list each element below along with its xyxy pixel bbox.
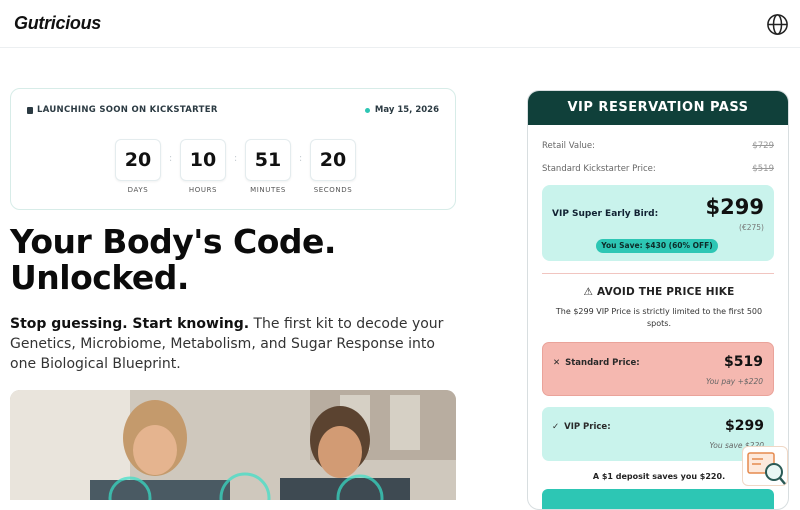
launch-status: LAUNCHING SOON ON KICKSTARTER [27,105,218,115]
standard-price-label: Standard Price: [565,358,640,368]
vip-early-bird-price: $299 [705,195,764,219]
standard-price-note: You pay +$220 [705,377,763,386]
avoid-price-hike-description: The $299 VIP Price is strictly limited t… [555,307,763,328]
vip-early-bird-label: VIP Super Early Bird: [552,209,659,219]
help-widget-button[interactable] [742,446,788,486]
countdown-days-label: DAYS [127,186,149,194]
separator-colon: : [298,153,303,164]
vip-early-bird-card[interactable]: VIP Super Early Bird: $299 (€275) You Sa… [542,185,774,261]
countdown-seconds: 20 SECONDS [306,139,360,194]
countdown-seconds-value: 20 [310,139,356,181]
hero-subtitle: Stop guessing. Start knowing. The first … [10,314,450,374]
countdown-minutes-label: MINUTES [250,186,286,194]
status-dot-icon [364,107,370,113]
retail-value: $729 [752,141,774,151]
avoid-price-hike-title: ⚠ AVOID THE PRICE HIKE [528,286,788,298]
top-navigation-bar: Gutricious [0,0,800,48]
vip-price-value: $299 [725,418,764,434]
hero-headline-line2: Unlocked. [10,258,189,297]
hero-headline: Your Body's Code. Unlocked. [10,224,336,296]
retail-value-row: Retail Value: $729 [542,141,774,151]
launch-date-text: May 15, 2026 [374,105,439,115]
globe-icon[interactable] [766,13,789,36]
check-icon: ✓ [552,422,560,432]
countdown-units: 20 DAYS : 10 HOURS : 51 MINUTES : 20 SEC… [111,139,360,194]
vip-savings-badge: You Save: $430 (60% OFF) [596,239,718,253]
vip-early-bird-eur: (€275) [739,223,764,232]
vip-price-label: VIP Price: [564,422,611,432]
standard-kickstarter-row: Standard Kickstarter Price: $519 [542,164,774,174]
brand-logo[interactable]: Gutricious [14,13,101,34]
countdown-hours-value: 10 [180,139,226,181]
launch-countdown-card: LAUNCHING SOON ON KICKSTARTER May 15, 20… [10,88,456,210]
countdown-seconds-label: SECONDS [313,186,353,194]
standard-price-value: $519 [724,354,763,370]
standard-price-card: ✕ Standard Price: $519 You pay +$220 [542,342,774,396]
countdown-minutes-value: 51 [245,139,291,181]
search-help-icon [747,452,786,485]
countdown-days-value: 20 [115,139,161,181]
launch-label: LAUNCHING SOON ON KICKSTARTER [37,105,218,115]
hero-photo [10,390,456,500]
separator-colon: : [233,153,238,164]
separator-colon: : [168,153,173,164]
countdown-hours: 10 HOURS [176,139,230,194]
standard-kickstarter-label: Standard Kickstarter Price: [542,164,656,174]
kickstarter-icon [27,106,33,114]
divider [542,273,774,274]
standard-kickstarter-value: $519 [752,164,774,174]
countdown-hours-label: HOURS [188,186,218,194]
warning-icon: ⚠ [583,286,594,298]
hero-headline-line1: Your Body's Code. [10,222,336,261]
vip-price-card: ✓ VIP Price: $299 You save $220 [542,407,774,461]
hero-subtitle-bold: Stop guessing. Start knowing. [10,316,250,332]
hero-photo-illustration [10,390,456,500]
standard-price-label-wrap: ✕ Standard Price: [553,358,640,368]
panel-title: VIP RESERVATION PASS [528,91,788,125]
launch-date: May 15, 2026 [364,105,439,115]
close-icon: ✕ [553,358,561,368]
retail-value-label: Retail Value: [542,141,595,151]
avoid-price-hike-text: AVOID THE PRICE HIKE [596,286,735,298]
countdown-minutes: 51 MINUTES [241,139,295,194]
countdown-days: 20 DAYS [111,139,165,194]
vip-price-label-wrap: ✓ VIP Price: [552,422,611,432]
